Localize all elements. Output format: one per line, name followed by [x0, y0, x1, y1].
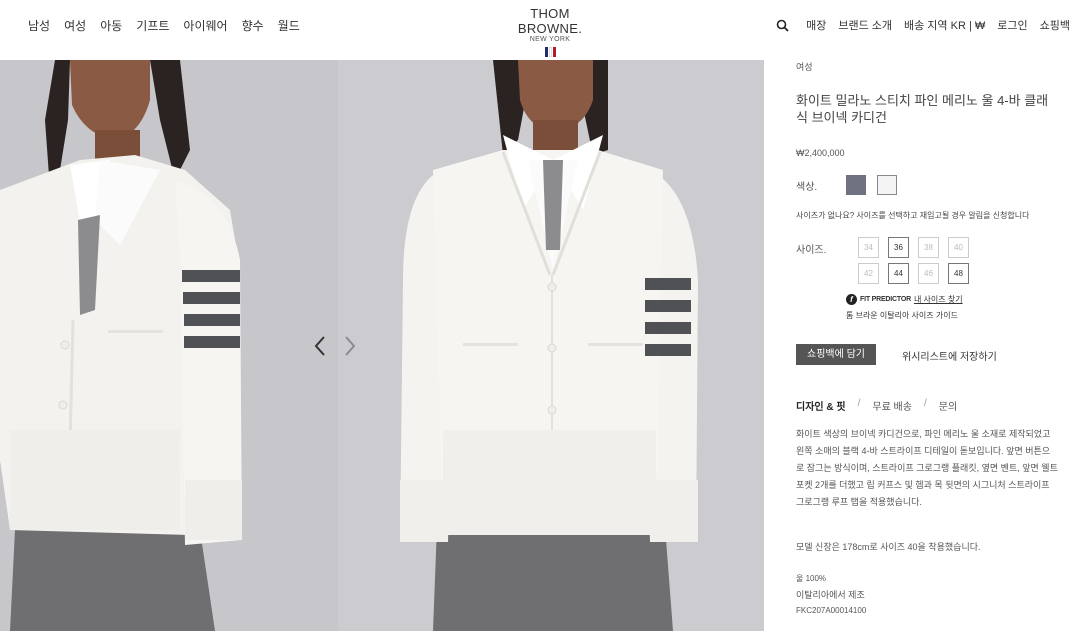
- nav-women[interactable]: 여성: [64, 17, 86, 34]
- product-image-front[interactable]: [338, 60, 764, 631]
- fit-predictor-icon: f: [846, 294, 857, 305]
- logo-text: THOM BROWNE.: [517, 6, 583, 36]
- size-label: 사이즈.: [796, 245, 827, 256]
- nav-about[interactable]: 브랜드 소개: [838, 17, 892, 33]
- size-option-44[interactable]: 44: [888, 263, 909, 284]
- find-my-size-link[interactable]: 내 사이즈 찾기: [914, 294, 963, 305]
- size-option-38[interactable]: 38: [918, 237, 939, 258]
- nav-stores[interactable]: 매장: [806, 17, 826, 33]
- nav-shipping-region[interactable]: 배송 지역 KR | ₩: [904, 17, 985, 33]
- cardigan-side-illustration: [0, 60, 338, 631]
- product-image-side[interactable]: [0, 60, 338, 631]
- size-notify-note: 사이즈가 없나요? 사이즈를 선택하고 재입고될 경우 알림을 신청합니다: [796, 211, 1030, 220]
- tricolor-flag-icon: [500, 47, 600, 57]
- detail-tabs: 디자인 & 핏 / 무료 배송 / 문의: [796, 398, 957, 413]
- tab-separator: /: [923, 398, 927, 409]
- size-option-36[interactable]: 36: [888, 237, 909, 258]
- breadcrumb[interactable]: 여성: [796, 60, 813, 73]
- fit-predictor-label: FIT PREDICTOR: [860, 296, 911, 303]
- product-title: 화이트 밀라노 스티치 파인 메리노 울 4-바 클래식 브이넥 카디건: [796, 93, 1049, 125]
- tab-inquiry[interactable]: 문의: [939, 398, 957, 413]
- color-swatch-white[interactable]: [877, 175, 897, 195]
- save-to-wishlist-button[interactable]: 위시리스트에 저장하기: [902, 348, 997, 363]
- search-icon[interactable]: [776, 19, 789, 32]
- country-of-origin: 이탈리아에서 제조: [796, 590, 865, 600]
- nav-world[interactable]: 월드: [278, 17, 300, 34]
- size-guide-link[interactable]: 톰 브라운 이탈리아 사이즈 가이드: [846, 310, 958, 321]
- brand-logo[interactable]: THOM BROWNE. NEW YORK: [500, 6, 600, 57]
- size-option-42[interactable]: 42: [858, 263, 879, 284]
- product-description: 화이트 색상의 브이넥 카디건으로, 파인 메리노 울 소재로 제작되었고 왼쪽…: [796, 429, 1058, 507]
- tab-design-fit[interactable]: 디자인 & 핏: [796, 398, 846, 413]
- size-option-48[interactable]: 48: [948, 263, 969, 284]
- fit-predictor: f FIT PREDICTOR 내 사이즈 찾기: [846, 294, 963, 305]
- site-header: 남성 여성 아동 기프트 아이웨어 향수 월드 THOM BROWNE. NEW…: [0, 0, 1080, 60]
- tab-free-shipping[interactable]: 무료 배송: [872, 398, 912, 413]
- material-composition: 울 100%: [796, 574, 827, 583]
- nav-gift[interactable]: 기프트: [136, 17, 169, 34]
- model-info: 모델 신장은 178cm로 사이즈 40을 착용했습니다.: [796, 542, 981, 552]
- nav-shopping-bag[interactable]: 쇼핑백: [1040, 17, 1070, 33]
- tab-separator: /: [857, 398, 861, 409]
- utility-nav: 매장 브랜드 소개 배송 지역 KR | ₩ 로그인 쇼핑백: [806, 17, 1070, 33]
- size-option-46[interactable]: 46: [918, 263, 939, 284]
- product-gallery: [0, 60, 764, 631]
- nav-kids[interactable]: 아동: [100, 17, 122, 34]
- cardigan-front-illustration: [338, 60, 764, 631]
- size-option-40[interactable]: 40: [948, 237, 969, 258]
- nav-login[interactable]: 로그인: [997, 17, 1027, 33]
- next-image-arrow-icon[interactable]: [342, 334, 358, 358]
- product-sku: FKC207A00014100: [796, 606, 867, 615]
- nav-fragrance[interactable]: 향수: [242, 17, 264, 34]
- main-nav: 남성 여성 아동 기프트 아이웨어 향수 월드: [28, 17, 300, 34]
- color-swatch-grey[interactable]: [846, 175, 866, 195]
- logo-subtext: NEW YORK: [529, 36, 571, 43]
- size-option-34[interactable]: 34: [858, 237, 879, 258]
- nav-men[interactable]: 남성: [28, 17, 50, 34]
- add-to-bag-button[interactable]: 쇼핑백에 담기: [796, 344, 876, 365]
- prev-image-arrow-icon[interactable]: [312, 334, 328, 358]
- product-price: ₩2,400,000: [796, 148, 845, 158]
- nav-eyewear[interactable]: 아이웨어: [183, 17, 227, 34]
- color-label: 색상.: [796, 182, 818, 193]
- product-detail: 여성 화이트 밀라노 스티치 파인 메리노 울 4-바 클래식 브이넥 카디건 …: [764, 60, 1080, 631]
